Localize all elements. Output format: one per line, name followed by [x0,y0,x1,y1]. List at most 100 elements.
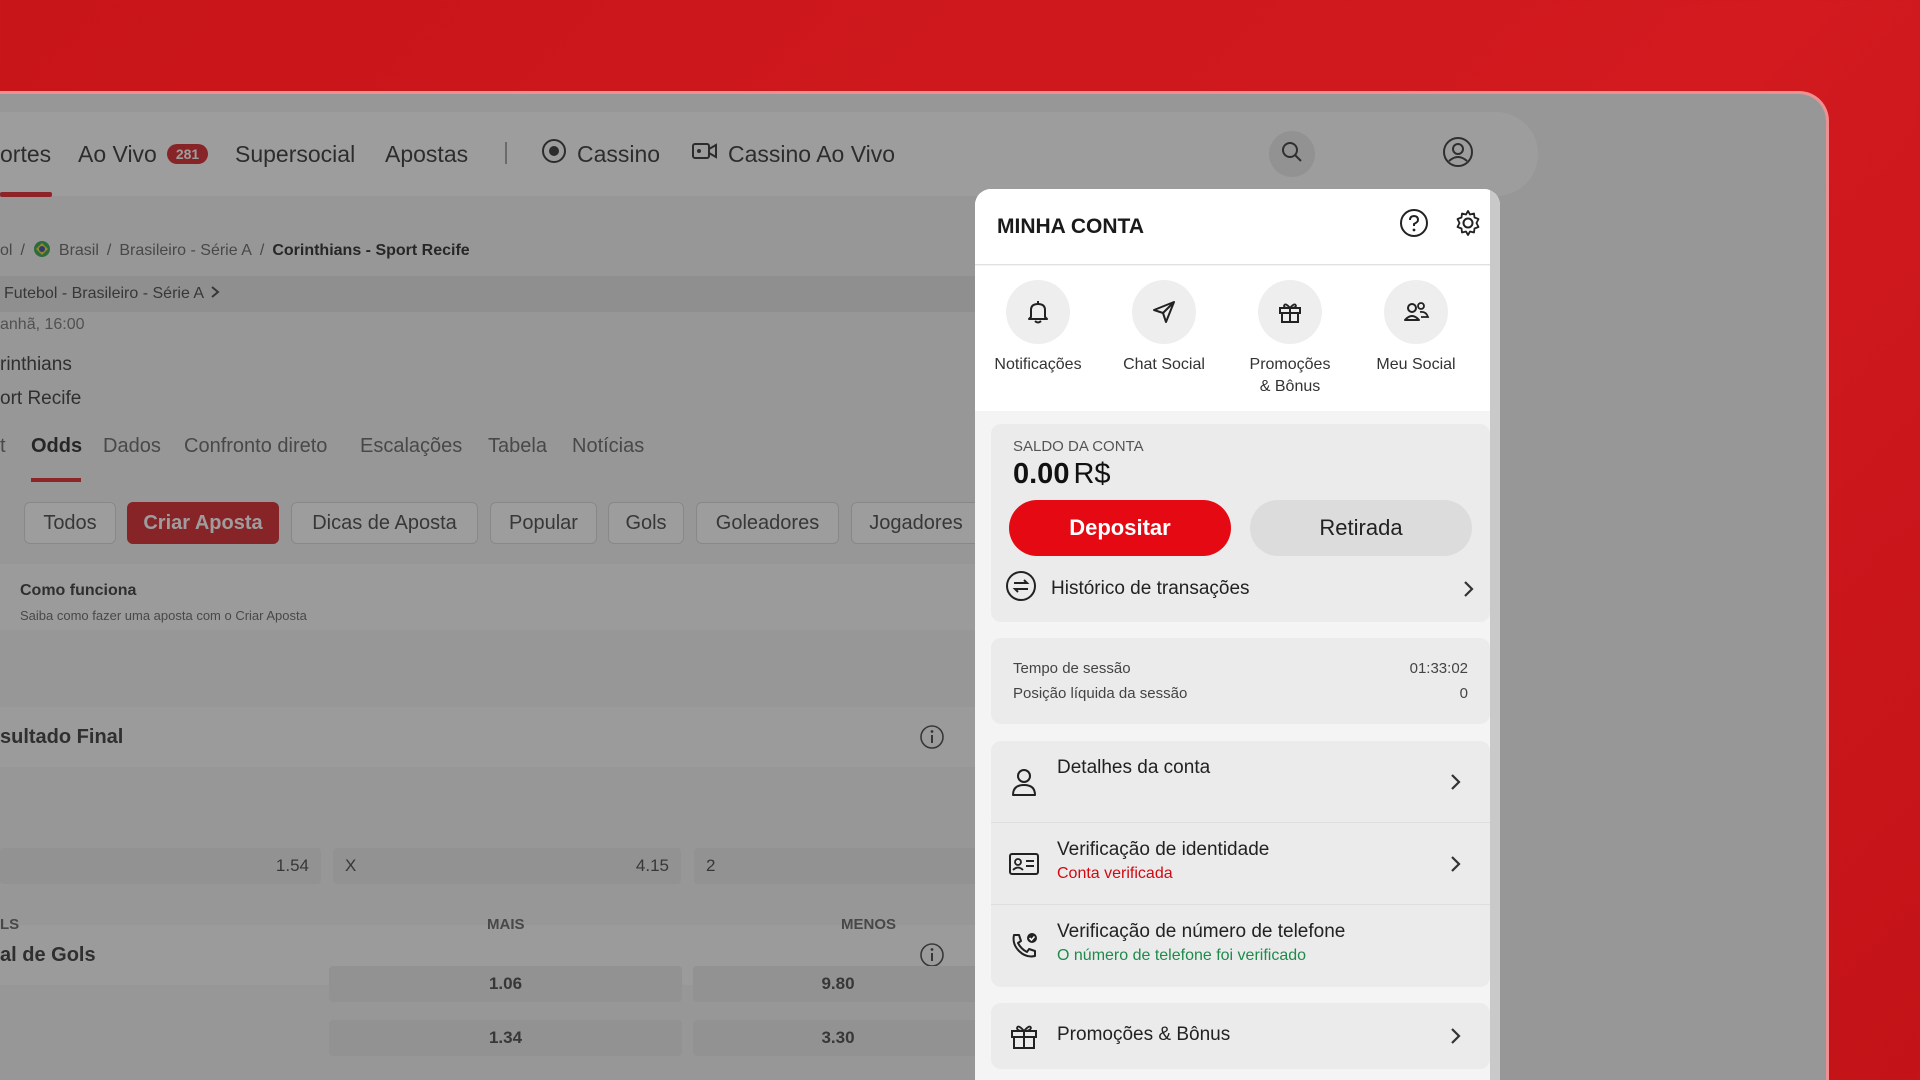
chip-gols[interactable]: Gols [608,502,684,544]
active-tab-indicator [31,478,81,482]
quick-notificacoes[interactable]: Notificações [975,280,1101,376]
balance-value: 0.00 [1013,458,1070,490]
odd-label: 2 [706,856,716,875]
quick-chat-social[interactable]: Chat Social [1101,280,1227,376]
how-subtitle: Saiba como fazer uma aposta com o Criar … [20,608,307,623]
chip-goleadores[interactable]: Goleadores [696,502,839,544]
gift-icon [1258,280,1322,344]
help-button[interactable] [1397,209,1431,243]
odd-button-away[interactable]: 2 [694,848,984,884]
breadcrumb-current: Corinthians - Sport Recife [272,242,470,259]
odd-value: 9.80 [821,974,855,993]
brazil-flag-icon [33,240,51,263]
chip-dicas-de-aposta[interactable]: Dicas de Aposta [291,502,478,544]
scrollbar[interactable] [1490,189,1500,1080]
nav-item-supersocial[interactable]: Supersocial [235,112,355,196]
nav-label: Apostas [385,140,469,167]
session-card: Tempo de sessão 01:33:02 Posição líquida… [991,638,1490,724]
nav-label: ortes [0,140,52,167]
odd-button-menos[interactable]: 3.30 [693,1020,983,1056]
info-icon[interactable] [919,724,945,756]
balance-amount: 0.00 R$ [1013,458,1111,491]
search-icon [1280,140,1304,169]
row-title: Verificação de identidade [1057,839,1270,860]
odd-value: 3.30 [821,1028,855,1047]
chip-popular[interactable]: Popular [490,502,597,544]
casino-chip-icon [541,138,567,170]
nav-item-esportes[interactable]: ortes [0,112,52,197]
promotions-row[interactable]: Promoções & Bônus [991,1003,1490,1069]
tab-odds[interactable]: Odds [31,435,82,458]
odd-button-draw[interactable]: X 4.15 [333,848,681,884]
transfer-arrows-icon [1005,570,1037,608]
quick-label: Meu Social [1376,356,1456,373]
quick-label: Promoções & Bônus [1249,356,1331,395]
nav-item-apostas[interactable]: Apostas [385,112,468,196]
breadcrumb-item[interactable]: ol [0,242,12,260]
history-label: Histórico de transações [1051,578,1250,599]
nav-item-cassino[interactable]: Cassino [541,112,660,196]
nav-item-cassino-ao-vivo[interactable]: Cassino Ao Vivo [692,112,895,196]
tab-escalacoes[interactable]: Escalações [360,435,462,458]
odd-button-home[interactable]: 1.54 [0,848,321,884]
tab-confronto-direto[interactable]: Confronto direto [184,435,327,458]
deposit-button[interactable]: Depositar [1009,500,1231,556]
account-details-row[interactable]: Detalhes da conta [991,741,1490,823]
team-home: rinthians [0,354,72,375]
app-window: ortes Ao Vivo 281 Supersocial Apostas Ca… [0,91,1829,1080]
breadcrumb-separator: / [106,242,112,259]
chevron-right-icon [1446,1026,1466,1046]
quick-promocoes[interactable]: Promoções & Bônus [1227,280,1353,398]
nav-item-ao-vivo[interactable]: Ao Vivo 281 [78,112,209,196]
tab-noticias[interactable]: Notícias [572,435,644,458]
tab-partial[interactable]: t [0,435,6,458]
row-text: Verificação de identidade Conta verifica… [1057,839,1269,883]
odd-button-mais[interactable]: 1.06 [329,966,682,1002]
market-header-result[interactable]: sultado Final [0,707,980,767]
odd-button-mais[interactable]: 1.34 [329,1020,682,1056]
team-away: ort Recife [0,388,82,409]
bell-icon [1006,280,1070,344]
balance-card: SALDO DA CONTA 0.00 R$ Depositar Retirada… [991,424,1490,622]
odd-value: 1.06 [488,974,523,993]
chevron-right-icon [1459,579,1479,599]
nav-label: Cassino [577,140,661,167]
column-header-line: LS [0,916,20,933]
competition-strip[interactable]: Futebol - Brasileiro - Série A [0,276,980,312]
id-card-icon [1007,847,1041,881]
transaction-history-link[interactable]: Histórico de transações [1005,568,1479,610]
panel-title: MINHA CONTA [997,214,1144,238]
nav-label: Cassino Ao Vivo [728,140,896,167]
identity-status: Conta verificada [1057,865,1173,882]
quick-meu-social[interactable]: Meu Social [1353,280,1479,376]
nav-divider [505,142,507,164]
odd-label: X [345,856,357,875]
breadcrumb-item[interactable]: Brasileiro - Série A [119,242,252,260]
gear-icon [1453,208,1483,244]
withdraw-button[interactable]: Retirada [1250,500,1472,556]
column-header-menos: MENOS [841,916,897,933]
chip-criar-aposta[interactable]: Criar Aposta [127,502,279,544]
search-button[interactable] [1269,131,1315,177]
panel-header: MINHA CONTA [975,189,1490,265]
odd-button-menos[interactable]: 9.80 [693,966,983,1002]
chip-jogadores[interactable]: Jogadores [851,502,981,544]
odd-value: 1.54 [275,856,309,875]
user-account-button[interactable] [1435,131,1481,177]
breadcrumb-item[interactable]: Brasil [59,242,99,260]
session-time-value: 01:33:02 [1409,660,1468,677]
tab-dados[interactable]: Dados [103,435,161,458]
live-count-badge: 281 [166,144,209,164]
user-circle-icon [1442,136,1474,173]
how-title: Como funciona [20,582,137,599]
top-navigation: ortes Ao Vivo 281 Supersocial Apostas Ca… [0,112,1538,197]
row-title: Verificação de número de telefone [1057,921,1346,942]
users-icon [1384,280,1448,344]
chip-todos[interactable]: Todos [24,502,116,544]
competition-label: Futebol - Brasileiro - Série A [4,285,205,302]
phone-verification-row[interactable]: Verificação de número de telefone O núme… [991,905,1490,987]
how-it-works-box[interactable]: Como funciona Saiba como fazer uma apost… [0,564,980,630]
settings-button[interactable] [1451,209,1485,243]
tab-tabela[interactable]: Tabela [488,435,547,458]
identity-verification-row[interactable]: Verificação de identidade Conta verifica… [991,823,1490,905]
